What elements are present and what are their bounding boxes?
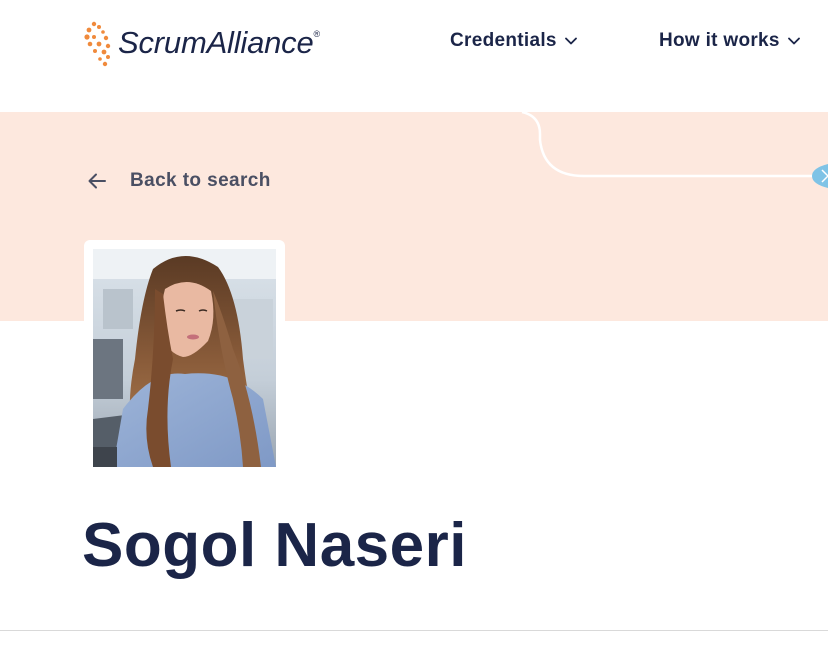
profile-page: ScrumAlliance® Credentials How it works	[0, 0, 828, 648]
chevron-down-icon	[787, 37, 800, 45]
leaf-icon	[812, 164, 828, 188]
profile-photo	[93, 249, 276, 467]
back-to-search-label: Back to search	[130, 170, 271, 191]
registered-mark: ®	[313, 29, 321, 39]
chevron-down-icon	[564, 37, 577, 45]
logo-wordmark: ScrumAlliance®	[118, 25, 320, 61]
logo-text: ScrumAlliance	[118, 25, 314, 60]
profile-name: Sogol Naseri	[82, 511, 467, 580]
nav-credentials-label: Credentials	[450, 30, 557, 51]
scrum-alliance-logo[interactable]: ScrumAlliance®	[84, 20, 320, 68]
nav-credentials[interactable]: Credentials	[450, 30, 577, 52]
back-to-search-link[interactable]: Back to search	[86, 170, 271, 192]
nav-how-it-works[interactable]: How it works	[659, 30, 800, 52]
profile-photo-card	[84, 240, 285, 476]
arrow-left-icon	[88, 173, 106, 189]
logo-dots-icon	[84, 21, 111, 67]
profile-photo-image	[93, 249, 276, 467]
site-header: ScrumAlliance® Credentials How it works	[0, 0, 828, 112]
nav-how-it-works-label: How it works	[659, 30, 780, 51]
section-divider	[0, 630, 828, 631]
